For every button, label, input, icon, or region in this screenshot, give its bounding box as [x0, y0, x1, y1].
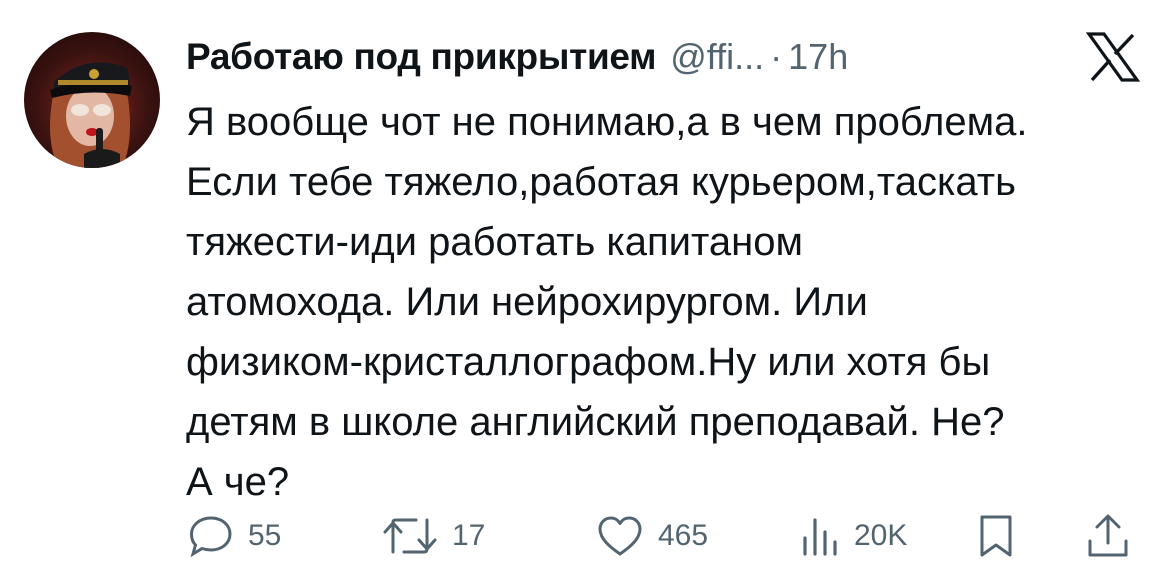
retweet-button[interactable]: 17	[382, 512, 485, 560]
share-icon	[1088, 514, 1128, 557]
reply-icon	[189, 516, 232, 558]
action-bar: 55 17 465 20K	[186, 512, 1146, 564]
author-handle[interactable]: @ffi...	[670, 36, 764, 78]
like-button[interactable]: 465	[596, 512, 708, 560]
tweet-header: Работаю под прикрытием @ffi... · 17h	[186, 36, 848, 78]
retweet-count: 17	[452, 519, 486, 552]
author-name[interactable]: Работаю под прикрытием	[186, 36, 657, 78]
tweet-text: Я вообще чот не понимаю,а в чем проблема…	[186, 100, 1028, 504]
like-count: 465	[658, 519, 709, 552]
x-logo-icon[interactable]	[1086, 32, 1140, 82]
reply-button[interactable]: 55	[188, 512, 281, 560]
bookmark-button[interactable]	[978, 512, 1014, 560]
avatar-photo	[50, 62, 132, 168]
share-button[interactable]	[1086, 512, 1130, 560]
retweet-icon	[383, 518, 437, 554]
views-button[interactable]: 20K	[800, 512, 907, 560]
bookmark-icon	[980, 515, 1012, 557]
avatar[interactable]	[24, 32, 160, 168]
reply-count: 55	[248, 519, 282, 552]
views-count: 20K	[854, 519, 908, 552]
views-icon	[803, 518, 837, 556]
separator-dot: ·	[770, 36, 783, 77]
tweet-timestamp[interactable]: 17h	[788, 36, 848, 78]
heart-icon	[598, 516, 642, 556]
